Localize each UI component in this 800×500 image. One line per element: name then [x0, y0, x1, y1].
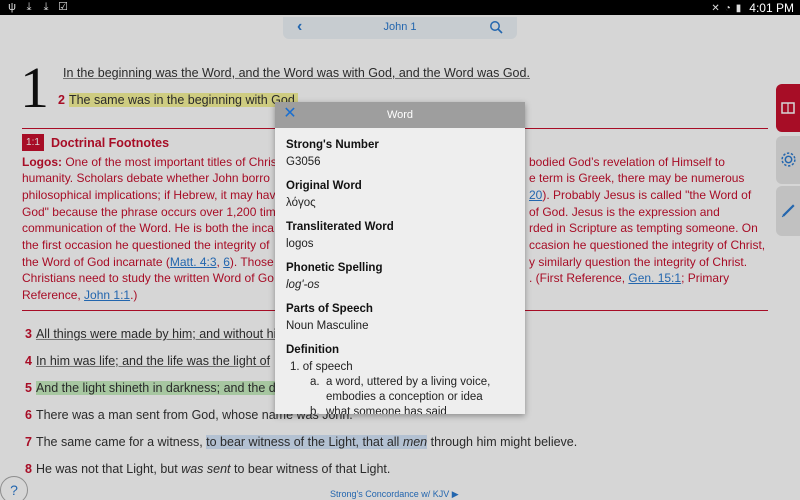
download-icon: ⤓: [26, 1, 32, 13]
field-parts-of-speech: Parts of Speech Noun Masculine: [286, 303, 373, 332]
field-phonetic-spelling: Phonetic Spelling log'-os: [286, 262, 383, 291]
dialog-header: ✕ Word: [275, 102, 525, 128]
battery-icon: ▮: [735, 2, 742, 14]
field-definition: Definition 1. of speech a. a word, uttere…: [286, 344, 491, 414]
clock: 4:01 PM: [749, 1, 794, 15]
status-bar: ψ ⤓ ⤓ ☑ ✕ ◔ ▮ 4:01 PM: [0, 0, 800, 15]
usb-icon: ψ: [8, 1, 16, 13]
download-icon: ⤓: [43, 1, 49, 13]
word-dialog: ✕ Word Strong's Number G3056 Original Wo…: [275, 102, 525, 414]
field-transliterated-word: Transliterated Word logos: [286, 221, 394, 250]
field-original-word: Original Word λόγος: [286, 180, 362, 209]
clipboard-check-icon: ☑: [58, 1, 68, 13]
field-strongs-number: Strong's Number G3056: [286, 139, 379, 168]
dialog-body[interactable]: Strong's Number G3056 Original Word λόγο…: [286, 138, 516, 414]
wifi-icon: ◔: [724, 2, 731, 14]
dialog-title: Word: [386, 109, 414, 121]
mute-icon: ✕: [711, 2, 720, 14]
